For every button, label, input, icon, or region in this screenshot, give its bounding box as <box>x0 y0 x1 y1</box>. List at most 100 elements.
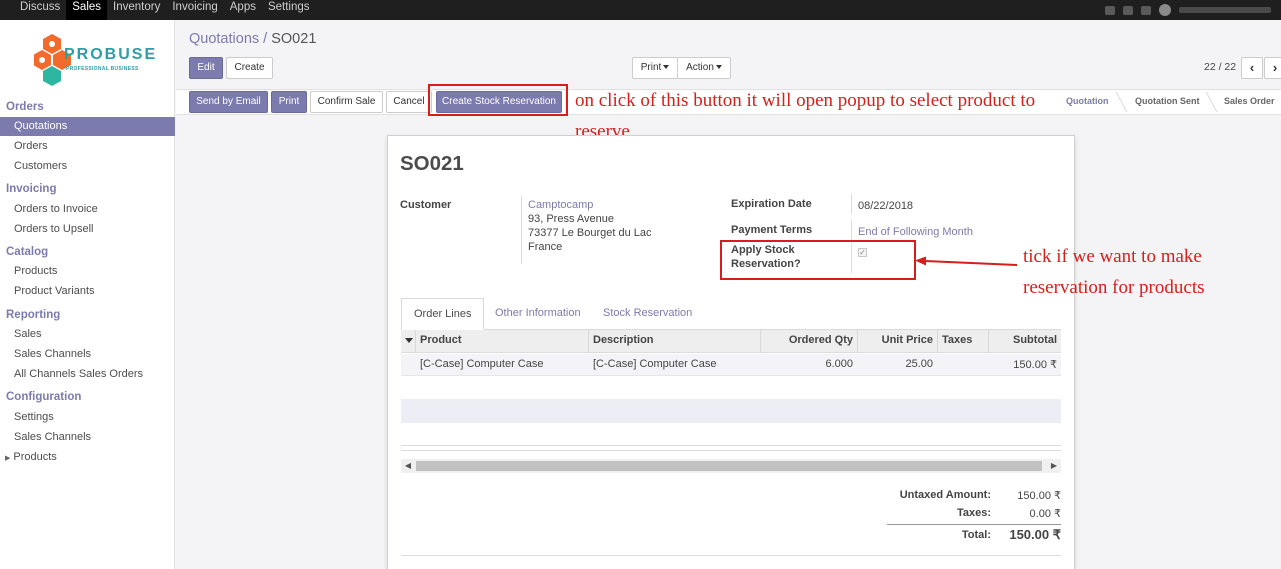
menu-apps[interactable]: Apps <box>224 0 262 20</box>
column-divider <box>760 330 761 353</box>
logo-subtitle: PROFESSIONAL BUSINESS <box>66 66 139 72</box>
print-button[interactable]: Print <box>271 91 307 113</box>
cell-unit-price: 25.00 <box>905 358 933 370</box>
column-header-taxes[interactable]: Taxes <box>942 334 972 346</box>
column-divider <box>588 330 589 353</box>
sidebar-item-product-variants[interactable]: Product Variants <box>0 282 175 301</box>
field-divider <box>851 220 852 240</box>
logo-text: PROBUSE <box>64 46 158 63</box>
field-divider <box>851 194 852 214</box>
untaxed-amount-value: 150.00 ₹ <box>1017 490 1061 502</box>
customer-address-line2: 73377 Le Bourget du Lac <box>528 227 652 239</box>
payment-terms-link[interactable]: End of Following Month <box>858 225 973 239</box>
table-footer-border <box>401 450 1061 451</box>
cancel-button[interactable]: Cancel <box>386 91 432 113</box>
user-menu[interactable] <box>1179 7 1271 13</box>
menu-inventory[interactable]: Inventory <box>107 0 166 20</box>
cell-product: [C-Case] Computer Case <box>420 358 544 370</box>
taxes-label: Taxes: <box>956 507 991 519</box>
cell-ordered-qty: 6.000 <box>825 358 853 370</box>
sheet-bottom-divider <box>401 555 1061 556</box>
user-avatar[interactable] <box>1159 4 1171 16</box>
menu-discuss[interactable]: Discuss <box>14 0 66 20</box>
cell-description: [C-Case] Computer Case <box>593 358 717 370</box>
breadcrumb: Quotations / SO021 <box>189 31 316 47</box>
column-divider <box>857 330 858 353</box>
highlight-box-button <box>428 84 568 116</box>
sidebar-item-report-sales-channels[interactable]: Sales Channels <box>0 345 175 364</box>
edit-button[interactable]: Edit <box>189 57 223 79</box>
menu-invoicing[interactable]: Invoicing <box>166 0 223 20</box>
sidebar: PROBUSE PROFESSIONAL BUSINESS Orders Quo… <box>0 20 175 569</box>
caret-down-icon <box>715 65 722 70</box>
menu-sales[interactable]: Sales <box>66 0 108 20</box>
sidebar-item-config-products[interactable]: ▶ Products <box>0 448 175 467</box>
pager-next-button[interactable]: › <box>1264 57 1281 79</box>
customer-address-line1: 93, Press Avenue <box>528 213 615 225</box>
sidebar-section-invoicing: Invoicing <box>6 183 57 195</box>
stage-quotation[interactable]: Quotation <box>1066 96 1109 106</box>
breadcrumb-parent[interactable]: Quotations <box>189 31 259 47</box>
table-bottom-border <box>401 445 1061 446</box>
print-dropdown[interactable]: Print <box>632 57 678 79</box>
customer-address-line3: France <box>528 241 563 253</box>
customer-link[interactable]: Camptocamp <box>528 198 593 212</box>
column-divider <box>988 330 989 353</box>
systray <box>1105 4 1271 16</box>
chevron-left-icon: ‹ <box>1249 60 1255 75</box>
activity-icon[interactable] <box>1123 5 1133 15</box>
breadcrumb-current: SO021 <box>271 31 317 47</box>
expiration-date-value: 08/22/2018 <box>858 200 914 212</box>
caret-down-icon <box>663 65 670 70</box>
confirm-sale-button[interactable]: Confirm Sale <box>310 91 383 113</box>
pager-previous-button[interactable]: ‹ <box>1241 57 1263 79</box>
cell-subtotal: 150.00 ₹ <box>1013 359 1057 371</box>
tab-stock-reservation[interactable]: Stock Reservation <box>591 298 704 330</box>
sidebar-item-orders-to-invoice[interactable]: Orders to Invoice <box>0 200 175 219</box>
sidebar-item-all-channels-sales-orders[interactable]: All Channels Sales Orders <box>0 365 175 384</box>
top-navbar: Discuss Sales Inventory Invoicing Apps S… <box>0 0 1281 20</box>
tab-other-information[interactable]: Other Information <box>483 298 593 330</box>
expiration-date-label: Expiration Date <box>731 198 812 210</box>
sidebar-item-quotations[interactable]: Quotations <box>0 117 175 136</box>
app-menu: Discuss Sales Inventory Invoicing Apps S… <box>14 0 316 20</box>
tab-order-lines[interactable]: Order Lines <box>401 298 485 330</box>
send-by-email-button[interactable]: Send by Email <box>189 91 268 113</box>
action-dropdown[interactable]: Action <box>677 57 731 79</box>
annotation-checkbox-note: tick if we want to make reservation for … <box>1023 246 1205 298</box>
sidebar-item-settings[interactable]: Settings <box>0 408 175 427</box>
debug-icon[interactable] <box>1141 5 1151 15</box>
stage-sales-order[interactable]: Sales Order <box>1224 96 1275 106</box>
action-dropdown-label: Action <box>686 62 714 73</box>
sidebar-item-customers[interactable]: Customers <box>0 157 175 176</box>
sidebar-item-orders-to-upsell[interactable]: Orders to Upsell <box>0 220 175 239</box>
menu-settings[interactable]: Settings <box>262 0 316 20</box>
scroll-right-icon[interactable]: ▶ <box>1047 459 1061 473</box>
caret-right-icon: ▶ <box>5 455 11 462</box>
chat-icon[interactable] <box>1105 5 1115 15</box>
customer-label: Customer <box>400 199 452 211</box>
sidebar-item-config-sales-channels[interactable]: Sales Channels <box>0 428 175 447</box>
column-header-description[interactable]: Description <box>593 334 654 346</box>
sidebar-item-report-sales[interactable]: Sales <box>0 325 175 344</box>
total-value: 150.00 ₹ <box>1009 527 1061 542</box>
column-header-ordered-qty[interactable]: Ordered Qty <box>765 334 853 346</box>
stage-quotation-sent[interactable]: Quotation Sent <box>1135 96 1200 106</box>
column-header-subtotal[interactable]: Subtotal <box>993 334 1057 346</box>
empty-row <box>401 399 1061 423</box>
column-header-product[interactable]: Product <box>420 334 462 346</box>
horizontal-scrollbar[interactable]: ◀ ▶ <box>401 459 1061 473</box>
payment-terms-label: Payment Terms <box>731 224 813 236</box>
sidebar-item-products[interactable]: Products <box>0 262 175 281</box>
create-button[interactable]: Create <box>226 57 273 79</box>
sort-caret-icon[interactable] <box>405 338 413 343</box>
pager-value[interactable]: 22 / 22 <box>1204 61 1236 73</box>
scroll-left-icon[interactable]: ◀ <box>401 459 415 473</box>
company-logo: PROBUSE PROFESSIONAL BUSINESS <box>34 32 158 90</box>
print-dropdown-label: Print <box>640 62 662 73</box>
column-header-unit-price[interactable]: Unit Price <box>862 334 933 346</box>
scrollbar-thumb[interactable] <box>416 461 1042 471</box>
sidebar-item-orders[interactable]: Orders <box>0 137 175 156</box>
column-divider <box>415 330 416 353</box>
taxes-value: 0.00 ₹ <box>1029 508 1061 520</box>
